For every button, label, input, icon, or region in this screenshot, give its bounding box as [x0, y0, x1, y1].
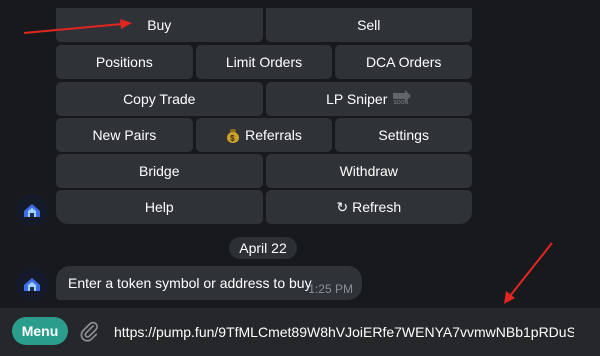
- money-bag-icon: $: [226, 128, 240, 143]
- message-text: Enter a token symbol or address to buy: [68, 275, 312, 291]
- composer-bar: Menu: [0, 308, 600, 356]
- keyboard-row: Copy Trade LP Sniper SOON: [56, 82, 472, 116]
- referrals-label: Referrals: [245, 127, 302, 143]
- settings-button[interactable]: Settings: [335, 118, 473, 152]
- soon-arrow-icon: SOON: [393, 90, 412, 106]
- keyboard-row: Help ↻ Refresh: [56, 190, 472, 224]
- positions-button[interactable]: Positions: [56, 45, 193, 79]
- copy-trade-button[interactable]: Copy Trade: [56, 82, 263, 116]
- dca-orders-button[interactable]: DCA Orders: [335, 45, 473, 79]
- bot-avatar[interactable]: [16, 194, 48, 226]
- refresh-icon: ↻: [336, 198, 349, 215]
- refresh-label: Refresh: [352, 199, 402, 215]
- bot-logo-icon: [24, 278, 40, 291]
- menu-button[interactable]: Menu: [12, 317, 68, 345]
- lp-sniper-button[interactable]: LP Sniper SOON: [265, 82, 472, 116]
- bot-logo-icon: [24, 204, 40, 217]
- buy-button[interactable]: Buy: [56, 8, 263, 42]
- limit-orders-button[interactable]: Limit Orders: [195, 45, 333, 79]
- bridge-button[interactable]: Bridge: [56, 154, 263, 188]
- keyboard-row: Bridge Withdraw: [56, 154, 472, 188]
- message-input[interactable]: [114, 321, 574, 343]
- paperclip-icon[interactable]: [78, 320, 100, 342]
- sell-button[interactable]: Sell: [265, 8, 472, 42]
- referrals-button[interactable]: $ Referrals: [195, 118, 333, 152]
- lp-sniper-label: LP Sniper: [326, 91, 388, 107]
- keyboard-row: Positions Limit Orders DCA Orders: [56, 45, 473, 79]
- date-separator: April 22: [229, 237, 297, 259]
- refresh-button[interactable]: ↻ Refresh: [265, 190, 472, 224]
- bot-avatar[interactable]: [16, 268, 48, 300]
- message-time: 1:25 PM: [308, 282, 353, 296]
- withdraw-button[interactable]: Withdraw: [265, 154, 472, 188]
- chat-area: Buy Sell Positions Limit Orders DCA Orde…: [0, 0, 600, 308]
- keyboard-row: Buy Sell: [56, 8, 472, 42]
- message-bubble: Enter a token symbol or address to buy 1…: [56, 266, 362, 300]
- help-button[interactable]: Help: [56, 190, 263, 224]
- new-pairs-button[interactable]: New Pairs: [56, 118, 193, 152]
- keyboard-row: New Pairs $ Referrals Settings: [56, 118, 473, 152]
